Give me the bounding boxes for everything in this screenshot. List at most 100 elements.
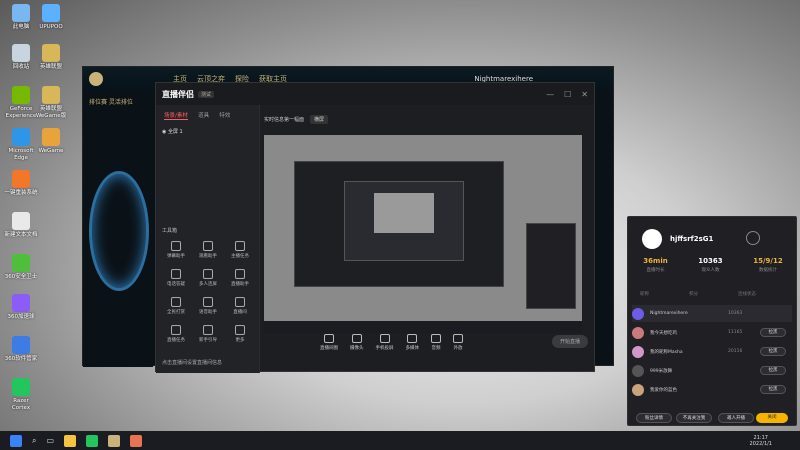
- popup-footer-button[interactable]: 不再关注我: [676, 413, 712, 423]
- app-icon: [12, 336, 30, 354]
- player-score: 20116: [728, 349, 743, 354]
- action-icon: [324, 333, 334, 343]
- scene-item[interactable]: ◉ 全屏 1: [162, 128, 253, 135]
- tab-scenes[interactable]: 场景/素材: [164, 111, 188, 120]
- taskbar-app-icon[interactable]: [86, 434, 99, 447]
- player-row[interactable]: 我的昵称Masha 20116 拉黑: [632, 343, 792, 360]
- app-icon: [42, 4, 60, 22]
- tab-props[interactable]: 道具: [198, 111, 209, 119]
- app-icon: [12, 44, 30, 62]
- tool-item[interactable]: 主播任务: [224, 241, 256, 259]
- tool-label: 观看助手: [199, 254, 217, 259]
- popup-footer-button[interactable]: 粉丝详情: [636, 413, 672, 423]
- tool-label: 语音助手: [199, 310, 217, 315]
- start-live-button[interactable]: 开始直播: [551, 335, 588, 348]
- tool-item[interactable]: 电话答疑: [160, 269, 192, 287]
- start-icon[interactable]: [10, 434, 22, 447]
- action-label: 手机投屏: [375, 345, 394, 351]
- block-button[interactable]: 拉黑: [760, 328, 786, 337]
- tool-item[interactable]: 新手引导: [192, 325, 224, 343]
- desktop-icon[interactable]: 一键重装系统: [4, 170, 38, 197]
- desktop-icon-label: WeGame: [38, 148, 64, 154]
- desktop-icon[interactable]: Razer Cortex: [4, 378, 38, 412]
- tool-item[interactable]: 弹幕助手: [160, 241, 192, 259]
- stat-value: 15/9/12: [753, 257, 783, 265]
- bottom-action-button[interactable]: 摄像头: [350, 333, 364, 351]
- tool-item[interactable]: 更多: [224, 325, 256, 343]
- tool-item[interactable]: 直播间: [224, 297, 256, 315]
- taskbar-clock[interactable]: 21:17 2022/1/1: [750, 435, 772, 447]
- avatar: [632, 326, 644, 339]
- taskbar-stream-icon[interactable]: [130, 434, 143, 447]
- app-icon: [42, 44, 60, 62]
- tool-icon: [203, 297, 213, 307]
- tool-item[interactable]: 直播助手: [224, 269, 256, 287]
- desktop-icon[interactable]: 英雄联盟: [34, 44, 68, 71]
- block-button[interactable]: 拉黑: [760, 366, 786, 375]
- nested-popup: [526, 223, 576, 309]
- tool-item[interactable]: 直播任务: [160, 325, 192, 343]
- desktop-icon[interactable]: GeForce Experience: [4, 86, 38, 120]
- taskbar-folder-icon[interactable]: [64, 434, 77, 447]
- tool-item[interactable]: 全民打赏: [160, 297, 192, 315]
- avatar: [632, 307, 644, 320]
- desktop-icon[interactable]: 360软件管家: [4, 336, 38, 363]
- taskbar-lol-icon[interactable]: [108, 434, 121, 447]
- desktop-icon[interactable]: 360安全卫士: [4, 254, 38, 281]
- col-name: 昵称: [640, 292, 649, 297]
- tool-label: 更多: [235, 338, 245, 343]
- block-button[interactable]: 拉黑: [760, 347, 786, 356]
- close-icon[interactable]: ✕: [581, 90, 588, 99]
- desktop-icon[interactable]: UPUPOO: [34, 4, 68, 31]
- app-icon: [12, 254, 30, 272]
- bottom-action-button[interactable]: 音频: [431, 333, 441, 351]
- tab-effects[interactable]: 特效: [219, 111, 230, 119]
- desktop-icon[interactable]: Microsoft Edge: [4, 128, 38, 162]
- bottom-action-button[interactable]: 手机投屏: [375, 333, 394, 351]
- popup-footer-button[interactable]: 邀人开播: [718, 413, 754, 423]
- desktop-icon[interactable]: WeGame: [34, 128, 68, 155]
- block-button[interactable]: 拉黑: [760, 385, 786, 394]
- app-icon: [12, 294, 30, 312]
- tool-label: 直播间: [233, 310, 247, 315]
- player-name: 999米放舞: [650, 368, 673, 374]
- preview-canvas[interactable]: [264, 135, 582, 333]
- tool-label: 直播任务: [167, 338, 185, 343]
- task-view-icon[interactable]: ▭: [46, 436, 54, 445]
- stat-label: 数据统计: [758, 268, 777, 273]
- eye-icon[interactable]: ◉: [162, 129, 166, 135]
- tool-item[interactable]: 观看助手: [192, 241, 224, 259]
- avatar: [632, 364, 644, 377]
- close-button[interactable]: 关闭: [756, 413, 788, 423]
- desktop-icon[interactable]: 英雄联盟WeGame版: [34, 86, 68, 120]
- minimize-icon[interactable]: —: [546, 90, 554, 99]
- popup-stats: 36min 直播时长 10363 观众人数 15/9/12 数据统计: [628, 257, 798, 273]
- player-row[interactable]: 999米放舞 拉黑: [632, 362, 792, 379]
- tool-label: 直播助手: [231, 282, 249, 287]
- lol-logo-icon: [89, 72, 103, 86]
- desktop-icon-label: Microsoft Edge: [8, 148, 34, 161]
- tool-icon: [171, 269, 181, 279]
- popup-name: hjffsrf2sG1: [670, 235, 714, 243]
- footer-note[interactable]: 点击直播间设置直播间信息: [162, 359, 222, 366]
- desktop-icon[interactable]: 此电脑: [4, 4, 38, 31]
- player-row[interactable]: Nightmarexihere 10363: [632, 305, 792, 322]
- desktop-icon[interactable]: 360加速球: [4, 294, 38, 321]
- live-title-bar: 实时信息第一幅面 横屏: [264, 109, 582, 129]
- desktop-icon[interactable]: 回收站: [4, 44, 38, 71]
- bottom-action-button[interactable]: 直播间图: [320, 333, 338, 351]
- orientation-tag[interactable]: 横屏: [310, 114, 329, 124]
- tool-item[interactable]: 多人连屏: [192, 269, 224, 287]
- tool-item[interactable]: 语音助手: [192, 297, 224, 315]
- desktop-icon[interactable]: 新建文本文档: [4, 212, 38, 239]
- maximize-icon[interactable]: ☐: [564, 90, 571, 99]
- stat-value: 10363: [698, 257, 723, 265]
- taskbar: ⌕ ▭ 21:17 2022/1/1: [0, 431, 800, 450]
- player-row[interactable]: 我今天想吃鸡 11165 拉黑: [632, 324, 792, 341]
- search-icon[interactable]: ⌕: [32, 436, 36, 446]
- bottom-action-button[interactable]: 多媒体: [406, 333, 419, 351]
- stream-version-badge: 测试: [198, 90, 215, 98]
- live-title[interactable]: 实时信息第一幅面: [264, 116, 304, 123]
- bottom-action-button[interactable]: 外放: [453, 333, 463, 351]
- player-row[interactable]: 我爱你的蓝色 拉黑: [632, 381, 792, 398]
